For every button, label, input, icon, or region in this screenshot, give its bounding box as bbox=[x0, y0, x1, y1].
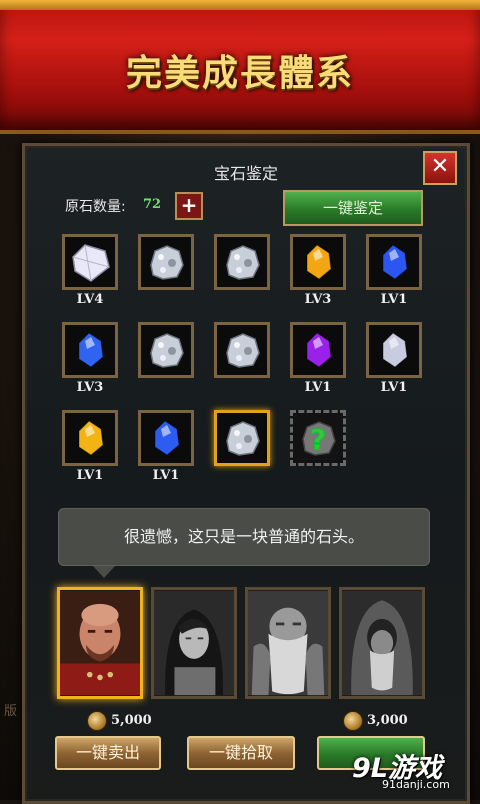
panel-title: 宝石鉴定 bbox=[213, 164, 278, 183]
ore-count-value: 72 bbox=[143, 197, 162, 212]
gem-slot[interactable] bbox=[214, 234, 270, 290]
svg-text:?: ? bbox=[310, 423, 326, 456]
gem-slot[interactable] bbox=[214, 410, 270, 466]
gem-slot[interactable] bbox=[62, 234, 118, 290]
ore-gem-icon bbox=[226, 333, 260, 368]
banner-title: 完美成長體系 bbox=[125, 52, 354, 94]
coin-icon bbox=[87, 711, 107, 731]
watermark-url: 91danji.com bbox=[382, 778, 450, 791]
ore-gem-icon bbox=[150, 333, 184, 368]
price-appraiser-4: 3,000 bbox=[367, 713, 408, 728]
ore-gem-icon bbox=[226, 421, 260, 456]
ore-gem-icon bbox=[150, 245, 184, 280]
gem-slot[interactable] bbox=[138, 410, 194, 466]
gem-slot[interactable] bbox=[62, 410, 118, 466]
old-dwarf-portrait bbox=[248, 590, 328, 696]
gem-level-label: LV1 bbox=[380, 292, 408, 307]
ore-gem-icon bbox=[226, 245, 260, 280]
gem-slot[interactable] bbox=[290, 322, 346, 378]
gem-slot[interactable] bbox=[138, 234, 194, 290]
gem-slot[interactable]: ? bbox=[290, 410, 346, 466]
dialog-bubble: 很遗憾，这只是一块普通的石头。 bbox=[58, 508, 430, 566]
appraiser-portrait-2[interactable] bbox=[151, 587, 237, 699]
gem-level-label: LV1 bbox=[152, 468, 180, 483]
crystal-gem-icon bbox=[78, 420, 104, 456]
gem-slot[interactable] bbox=[366, 234, 422, 290]
price-appraiser-1: 5,000 bbox=[111, 713, 152, 728]
gem-level-label: LV1 bbox=[76, 468, 104, 483]
appraiser-portrait-4[interactable] bbox=[339, 587, 425, 699]
gem-slot[interactable] bbox=[138, 322, 194, 378]
identify-all-button[interactable]: 一键鉴定 bbox=[283, 190, 423, 226]
question-mark-icon: ? bbox=[302, 421, 336, 457]
ore-count-label: 原石数量: bbox=[65, 199, 126, 215]
appraiser-portrait-3[interactable] bbox=[245, 587, 331, 699]
gem-slot[interactable] bbox=[214, 322, 270, 378]
gem-level-label: LV4 bbox=[76, 292, 104, 307]
pick-all-button[interactable]: 一键拾取 bbox=[187, 736, 295, 770]
coin-icon bbox=[343, 711, 363, 731]
dark-haired-woman-portrait bbox=[154, 590, 234, 696]
close-button[interactable]: ✕ bbox=[423, 151, 457, 185]
crystal-gem-icon bbox=[382, 244, 408, 280]
site-watermark: 9L游戏 91danji.com bbox=[352, 746, 472, 794]
side-text: 版 bbox=[4, 704, 18, 719]
gem-identify-panel: 宝石鉴定 ✕ 原石数量: 72 + 一键鉴定 LV4 LV3 LV1 LV3 LV1 LV… bbox=[22, 143, 470, 804]
gem-slot[interactable] bbox=[62, 322, 118, 378]
crystal-gem-icon bbox=[154, 420, 180, 456]
top-banner: 完美成長體系 bbox=[0, 0, 480, 134]
add-ore-button[interactable]: + bbox=[175, 192, 203, 220]
crystal-gem-icon bbox=[382, 332, 408, 368]
hooded-elder-portrait bbox=[342, 590, 422, 696]
dialog-bubble-tail bbox=[93, 566, 115, 578]
crystal-gem-icon bbox=[306, 332, 332, 368]
gem-slot[interactable] bbox=[366, 322, 422, 378]
sell-all-button[interactable]: 一键卖出 bbox=[55, 736, 161, 770]
appraiser-portrait-1[interactable] bbox=[57, 587, 143, 699]
bald-warrior-portrait bbox=[60, 590, 140, 696]
diamond-gem-icon bbox=[72, 244, 110, 282]
gem-level-label: LV1 bbox=[380, 380, 408, 395]
gem-level-label: LV3 bbox=[304, 292, 332, 307]
gem-level-label: LV3 bbox=[76, 380, 104, 395]
crystal-gem-icon bbox=[306, 244, 332, 280]
gem-level-label: LV1 bbox=[304, 380, 332, 395]
gem-slot[interactable] bbox=[290, 234, 346, 290]
crystal-gem-icon bbox=[78, 332, 104, 368]
